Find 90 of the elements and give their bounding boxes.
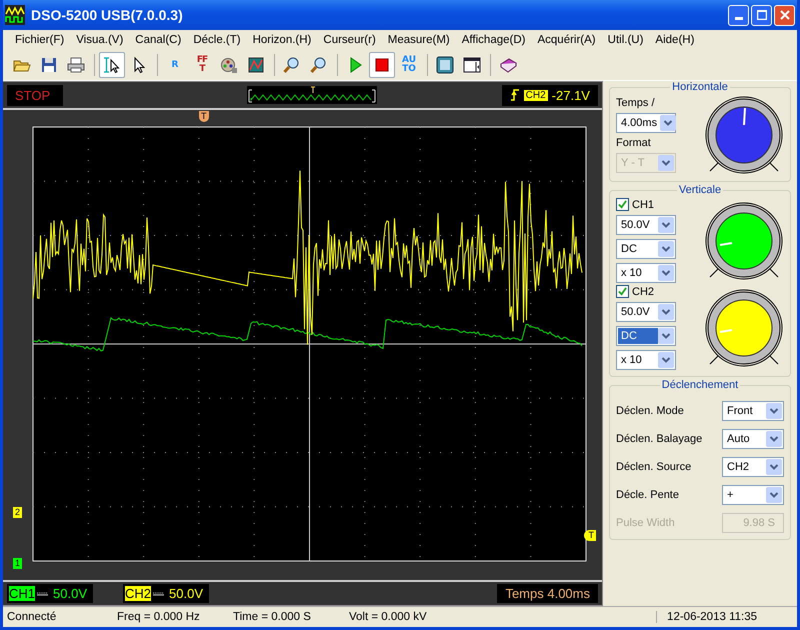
chevron-down-icon [658, 155, 674, 171]
channel-badge: CH1 [9, 586, 36, 601]
dropdown[interactable]: Front [722, 401, 784, 421]
cursor-icon [103, 56, 121, 74]
floppy-icon [40, 56, 58, 74]
menu-item[interactable]: Horizon.(H) [246, 34, 318, 46]
field-label: Déclen. Mode [616, 405, 684, 417]
field-label: Décle. Pente [616, 489, 679, 501]
status-text: Connecté [6, 611, 58, 623]
channel-badge: CH2 [125, 586, 152, 601]
toolbar-button[interactable]: FFT [189, 52, 215, 78]
group-title: Verticale [678, 184, 722, 196]
maximize-button[interactable] [751, 4, 772, 26]
dropdown[interactable]: x 10 [616, 263, 676, 283]
dropdown[interactable]: DC [616, 326, 676, 346]
status-text: Volt = 0.000 kV [349, 611, 428, 623]
channel-checkbox[interactable] [616, 198, 629, 211]
coupling-icon [37, 592, 48, 596]
trigger-level-readout: -27.1V [552, 88, 590, 102]
chevron-down-icon [658, 352, 674, 368]
status-text: 12-06-2013 11:35 [656, 611, 797, 623]
menu-item[interactable]: Canal(C) [129, 34, 188, 46]
channel-scale-readout: 50.0V [53, 586, 87, 601]
close-icon [780, 10, 790, 20]
menu-item[interactable]: Curseur(r) [317, 34, 382, 46]
checkbox-label: CH1 [632, 198, 654, 210]
maximize-icon [756, 10, 766, 20]
channel-level-marker[interactable]: 2 [13, 507, 22, 518]
printer-icon [67, 56, 85, 74]
field-label: Format [616, 137, 652, 149]
chevron-down-icon [658, 328, 674, 344]
chevron-down-icon [766, 459, 782, 475]
field-label: Déclen. Source [616, 461, 692, 473]
menu-item[interactable]: Acquérir(A) [531, 34, 602, 46]
menu-item[interactable]: Affichage(D) [456, 34, 532, 46]
acquisition-state: STOP [7, 84, 63, 106]
channel-checkbox[interactable] [616, 285, 629, 298]
field-label: Déclen. Balayage [616, 433, 702, 445]
chevron-down-icon [766, 403, 782, 419]
menu-item[interactable]: Measure(M) [382, 34, 456, 46]
timebase-knob[interactable] [704, 95, 784, 175]
toolbar-cursor-button[interactable] [99, 52, 125, 78]
status-text: Freq = 0.000 Hz [117, 611, 201, 623]
coupling-icon [153, 592, 164, 596]
status-text: Time = 0.000 S [233, 611, 312, 623]
magnifier-icon [310, 56, 328, 74]
screen-icon [436, 56, 454, 74]
dropdown[interactable]: CH2 [722, 457, 784, 477]
menu-item[interactable]: Décle.(T) [187, 34, 247, 46]
volts-knob[interactable] [704, 288, 784, 368]
field-label: Temps / [616, 97, 656, 109]
menu-item[interactable]: Fichier(F) [9, 34, 70, 46]
field-label: Pulse Width [616, 517, 675, 529]
minimize-button[interactable] [728, 4, 749, 26]
chevron-down-icon [658, 217, 674, 233]
rising-edge-icon [510, 88, 520, 102]
checkbox-label: CH2 [632, 286, 654, 298]
dropdown[interactable]: 4.00ms [616, 113, 676, 133]
dropdown[interactable]: x 10 [616, 350, 676, 370]
dropdown[interactable]: 50.0V [616, 302, 676, 322]
chevron-down-icon [658, 265, 674, 281]
toolbar-stop-button[interactable] [369, 52, 395, 78]
menu-item[interactable]: Util.(U) [602, 34, 650, 46]
menu-item[interactable]: Aide(H) [649, 34, 700, 46]
channel-scale-readout: 50.0V [169, 586, 203, 601]
dropdown[interactable]: + [722, 485, 784, 505]
stop-icon [373, 56, 391, 74]
timebase-readout: Temps 4.00ms [497, 584, 598, 603]
chart-icon [247, 56, 265, 74]
trigger-position-marker[interactable]: T [199, 111, 208, 122]
window-title: DSO-5200 USB(7.0.0.3) [31, 7, 184, 23]
magnifier-icon [283, 56, 301, 74]
waveform-app-icon [5, 5, 25, 25]
chevron-down-icon [658, 241, 674, 257]
dropdown[interactable]: DC [616, 239, 676, 259]
chevron-down-icon [658, 304, 674, 320]
close-button[interactable] [774, 4, 795, 26]
trigger-source-badge: CH2 [524, 90, 548, 100]
chevron-down-icon [660, 115, 676, 131]
group-title: Horizontale [671, 81, 729, 93]
panel-icon [463, 56, 481, 74]
group-title: Déclenchement [660, 379, 740, 391]
dropdown[interactable]: Auto [722, 429, 784, 449]
dropdown[interactable]: 50.0V [616, 215, 676, 235]
volts-knob[interactable] [704, 200, 784, 280]
channel-level-marker[interactable]: 1 [13, 558, 22, 569]
menu-item[interactable]: Visua.(V) [70, 34, 130, 46]
chevron-down-icon [766, 487, 782, 503]
chevron-down-icon [766, 431, 782, 447]
minimize-icon [734, 16, 742, 20]
